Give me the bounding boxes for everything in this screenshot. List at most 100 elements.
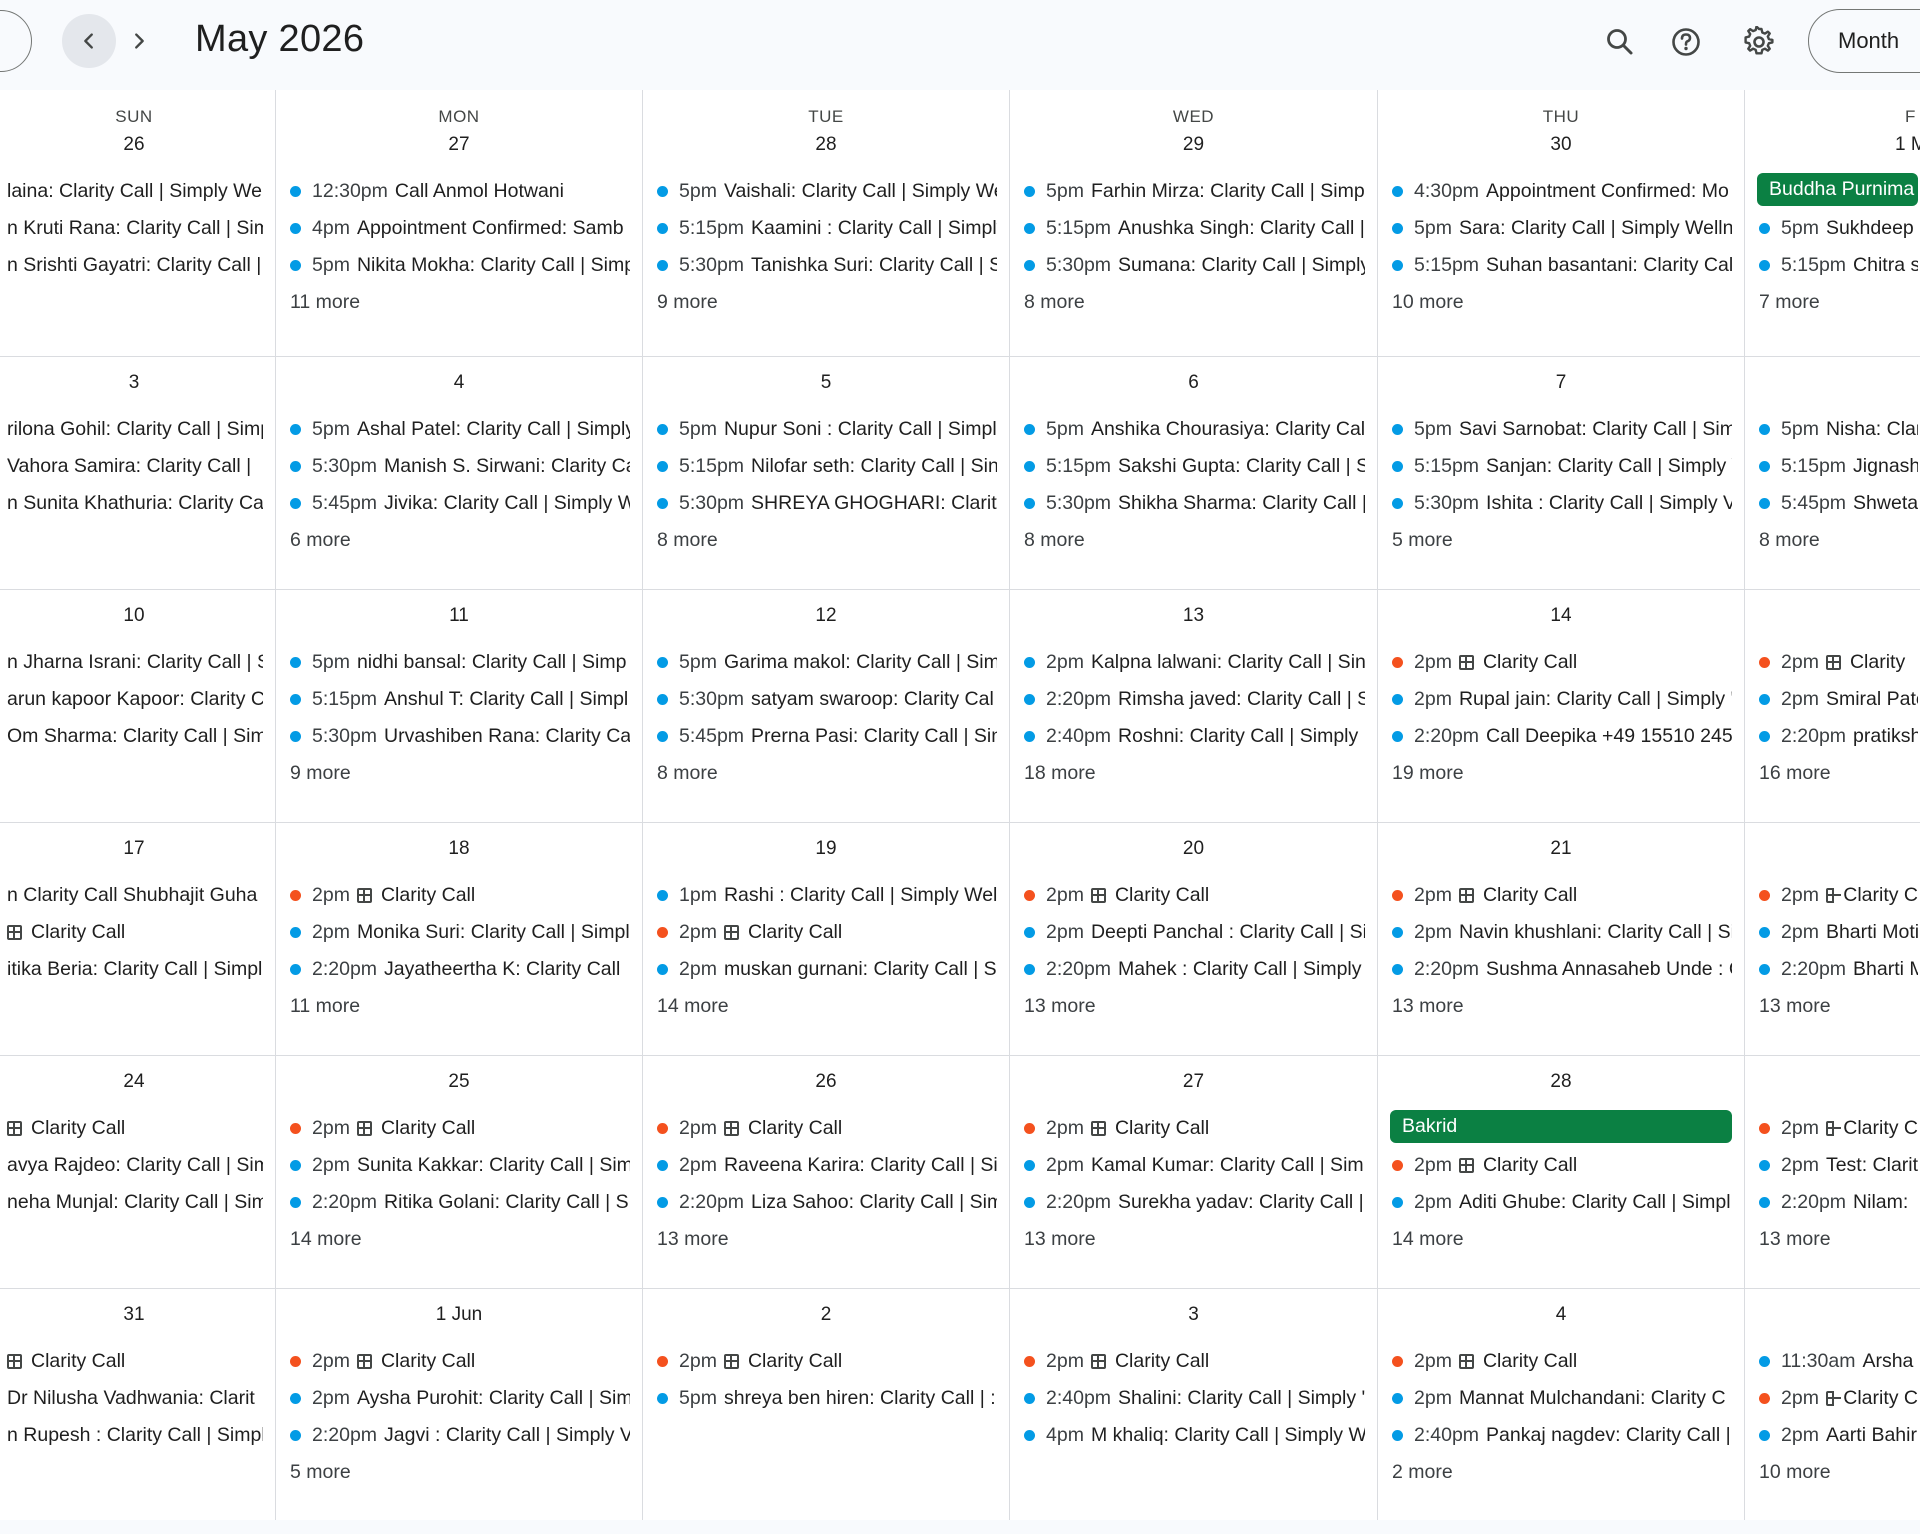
event-chip[interactable]: 2:20pm pratiksh	[1757, 718, 1918, 755]
more-events-link[interactable]: 8 more	[655, 755, 997, 792]
event-chip[interactable]: 5:45pm Jivika: Clarity Call | Simply W	[288, 485, 630, 522]
event-chip[interactable]: n Jharna Israni: Clarity Call | S	[0, 644, 263, 681]
event-chip[interactable]: 2pm Clarity Call	[288, 1343, 630, 1380]
day-cell[interactable]: 10 n Jharna Israni: Clarity Call | S arun …	[0, 589, 275, 822]
day-cell[interactable]: 26 2pm Clarity Call 2pm Raveena Karira: Clar…	[643, 1055, 1009, 1288]
event-chip[interactable]: 2pm Clarity Call	[1390, 1343, 1732, 1380]
day-number[interactable]: 12	[643, 605, 1009, 627]
event-chip[interactable]: 5pm Sara: Clarity Call | Simply Welln	[1390, 210, 1732, 247]
day-cell[interactable]: TUE 28 5pm Vaishali: Clarity Call | Simply …	[643, 90, 1009, 356]
day-cell[interactable]: 14 2pm Clarity Call 2pm Rupal jain: Clarity …	[1378, 589, 1744, 822]
day-number[interactable]: 6	[1010, 372, 1377, 394]
event-chip[interactable]: 2:20pm Nilam:	[1757, 1184, 1918, 1221]
event-chip[interactable]: 5:15pm Anshul T: Clarity Call | Simpl	[288, 681, 630, 718]
next-month-button[interactable]	[112, 14, 166, 68]
more-events-link[interactable]: 8 more	[655, 522, 997, 559]
event-chip[interactable]: 5:30pm Urvashiben Rana: Clarity Ca	[288, 718, 630, 755]
event-chip[interactable]: 5pm nidhi bansal: Clarity Call | Simp	[288, 644, 630, 681]
event-chip[interactable]: 2pm Aysha Purohit: Clarity Call | Sim	[288, 1380, 630, 1417]
more-events-link[interactable]: 9 more	[655, 284, 997, 321]
day-cell[interactable]: THU 30 4:30pm Appointment Confirmed: Mo 5pm S…	[1378, 90, 1744, 356]
event-chip[interactable]: 1pm Rashi : Clarity Call | Simply Well	[655, 877, 997, 914]
day-cell[interactable]: 3 rilona Gohil: Clarity Call | Simp Vahora…	[0, 356, 275, 589]
more-events-link[interactable]: 8 more	[1022, 522, 1365, 559]
event-chip[interactable]: laina: Clarity Call | Simply Well	[0, 173, 263, 210]
event-chip[interactable]: 2pm Clarity Call	[288, 877, 630, 914]
event-chip[interactable]: 5pm Anshika Chourasiya: Clarity Cal	[1022, 411, 1365, 448]
day-number[interactable]: 26	[0, 134, 275, 156]
day-number[interactable]: 21	[1378, 838, 1744, 860]
day-cell[interactable]: 19 1pm Rashi : Clarity Call | Simply Well 2…	[643, 822, 1009, 1055]
event-chip[interactable]: 5:45pm Shweta	[1757, 485, 1918, 522]
more-events-link[interactable]: 13 more	[1757, 1221, 1918, 1258]
help-button[interactable]	[1662, 18, 1710, 66]
day-cell[interactable]: 20 2pm Clarity Call 2pm Deepti Panchal : Cla…	[1010, 822, 1377, 1055]
event-chip[interactable]: 5:15pm Jignash	[1757, 448, 1918, 485]
day-cell[interactable]: 24 Clarity Call avya Rajdeo: Clarity Call …	[0, 1055, 275, 1288]
more-events-link[interactable]: 13 more	[655, 1221, 997, 1258]
event-chip[interactable]: 2pm Kalpna lalwani: Clarity Call | Sin	[1022, 644, 1365, 681]
day-cell[interactable]: 11:30am Arsha F 2pm Clarity C 2pm Aarti Bahir…	[1745, 1288, 1920, 1520]
event-chip[interactable]: 2:20pm Bharti M	[1757, 951, 1918, 988]
settings-button[interactable]	[1735, 18, 1783, 66]
event-chip[interactable]: 5pm Garima makol: Clarity Call | Sim	[655, 644, 997, 681]
more-events-link[interactable]: 8 more	[1022, 284, 1365, 321]
event-chip[interactable]: 5:15pm Chitra sl	[1757, 247, 1918, 284]
event-chip[interactable]: n Sunita Khathuria: Clarity Ca	[0, 485, 263, 522]
day-cell[interactable]: 2pm Clarity C 2pm Test: Clarit 2:20pm Nilam: 1…	[1745, 1055, 1920, 1288]
day-number[interactable]: 3	[1010, 1304, 1377, 1326]
event-chip[interactable]: 5pm Nisha: Clar	[1757, 411, 1918, 448]
event-chip[interactable]: 5:15pm Sakshi Gupta: Clarity Call | S	[1022, 448, 1365, 485]
event-chip[interactable]: 2pm Clarity Call	[655, 914, 997, 951]
day-number[interactable]: 1 Jun	[276, 1304, 642, 1326]
event-chip[interactable]: Vahora Samira: Clarity Call |	[0, 448, 263, 485]
day-number[interactable]: 28	[1378, 1071, 1744, 1093]
event-chip[interactable]: n Rupesh : Clarity Call | Simpl	[0, 1417, 263, 1454]
more-events-link[interactable]: 9 more	[288, 755, 630, 792]
day-number[interactable]: 26	[643, 1071, 1009, 1093]
event-chip[interactable]: 2pm Deepti Panchal : Clarity Call | Si	[1022, 914, 1365, 951]
more-events-link[interactable]: 11 more	[288, 284, 630, 321]
more-events-link[interactable]: 13 more	[1022, 988, 1365, 1025]
event-chip[interactable]: 5pm shreya ben hiren: Clarity Call | :	[655, 1380, 997, 1417]
event-chip[interactable]: neha Munjal: Clarity Call | Sim	[0, 1184, 263, 1221]
day-cell[interactable]: SUN 26 laina: Clarity Call | Simply Well n …	[0, 90, 275, 356]
event-chip[interactable]: Dr Nilusha Vadhwania: Clarit	[0, 1380, 263, 1417]
day-cell[interactable]: 27 2pm Clarity Call 2pm Kamal Kumar: Clarity…	[1010, 1055, 1377, 1288]
event-chip[interactable]: 5:30pm SHREYA GHOGHARI: Clarity	[655, 485, 997, 522]
more-events-link[interactable]: 5 more	[288, 1454, 630, 1491]
event-chip[interactable]: 2pm Clarity	[1757, 644, 1918, 681]
event-chip[interactable]: 2pm Navin khushlani: Clarity Call | Si	[1390, 914, 1732, 951]
event-chip[interactable]: 4:30pm Appointment Confirmed: Mo	[1390, 173, 1732, 210]
event-chip[interactable]: 4pm M khaliq: Clarity Call | Simply W	[1022, 1417, 1365, 1454]
more-events-link[interactable]: 13 more	[1390, 988, 1732, 1025]
event-chip[interactable]: 2:40pm Roshni: Clarity Call | Simply	[1022, 718, 1365, 755]
day-cell[interactable]: 31 Clarity Call Dr Nilusha Vadhwania: Clar…	[0, 1288, 275, 1520]
day-number[interactable]: 29	[1010, 134, 1377, 156]
more-events-link[interactable]: 19 more	[1390, 755, 1732, 792]
day-number[interactable]: 20	[1010, 838, 1377, 860]
event-chip[interactable]: n Srishti Gayatri: Clarity Call |	[0, 247, 263, 284]
event-chip[interactable]: itika Beria: Clarity Call | Simpl	[0, 951, 263, 988]
event-chip[interactable]: 5:15pm Anushka Singh: Clarity Call |	[1022, 210, 1365, 247]
event-chip[interactable]: Clarity Call	[0, 1110, 263, 1147]
view-switcher-button[interactable]: Month	[1808, 9, 1920, 73]
day-cell[interactable]: 2pm Clarity C 2pm Bharti Moti 2:20pm Bharti M…	[1745, 822, 1920, 1055]
event-chip[interactable]: Clarity Call	[0, 914, 263, 951]
event-chip[interactable]: arun kapoor Kapoor: Clarity C	[0, 681, 263, 718]
event-chip[interactable]: 2pm Raveena Karira: Clarity Call | Si	[655, 1147, 997, 1184]
event-chip[interactable]: 5:30pm Sumana: Clarity Call | Simply	[1022, 247, 1365, 284]
day-cell[interactable]: 18 2pm Clarity Call 2pm Monika Suri: Clarity…	[276, 822, 642, 1055]
event-chip[interactable]: 2pm Clarity Call	[655, 1343, 997, 1380]
day-cell[interactable]: F 1 M Buddha Purnima 5pm Sukhdeep 5:15pm Chitr…	[1745, 90, 1920, 356]
day-number[interactable]: 17	[0, 838, 275, 860]
event-chip[interactable]: 2pm Test: Clarit	[1757, 1147, 1918, 1184]
event-chip[interactable]: Om Sharma: Clarity Call | Simpl	[0, 718, 263, 755]
day-number[interactable]: 27	[276, 134, 642, 156]
event-chip[interactable]: n Kruti Rana: Clarity Call | Sim	[0, 210, 263, 247]
day-number[interactable]: 2	[643, 1304, 1009, 1326]
more-events-link[interactable]: 16 more	[1757, 755, 1918, 792]
event-chip[interactable]: 5pm Ashal Patel: Clarity Call | Simply	[288, 411, 630, 448]
event-chip[interactable]: 4pm Appointment Confirmed: Samb	[288, 210, 630, 247]
event-chip[interactable]: 2pm Clarity Call	[655, 1110, 997, 1147]
